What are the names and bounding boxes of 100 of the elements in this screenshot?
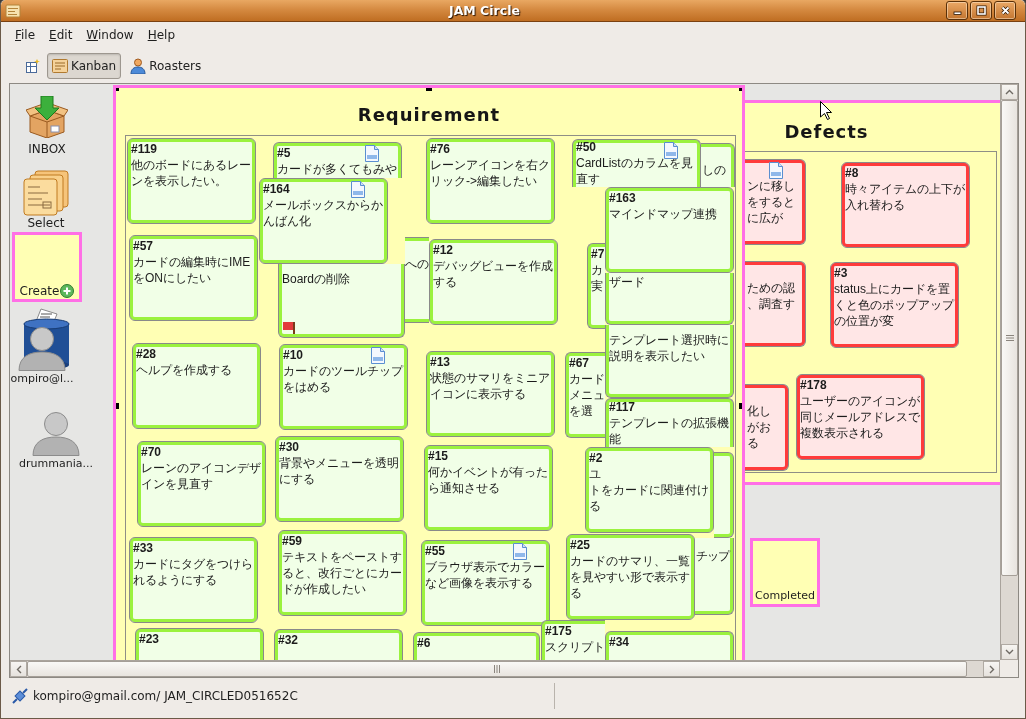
chevron-left-icon (15, 664, 22, 674)
document-icon[interactable] (513, 543, 527, 560)
minimize-button[interactable] (946, 1, 968, 20)
grip-icon (494, 665, 500, 673)
perspective-button[interactable]: Kanban (47, 52, 122, 79)
scroll-right-button[interactable] (983, 661, 1000, 677)
user-silhouette-icon (17, 327, 67, 371)
card-text: 、調査す (747, 296, 795, 312)
scrollbar-thumb[interactable] (1001, 100, 1018, 576)
perspective-button[interactable]: Roasters (125, 52, 207, 79)
card[interactable]: 化し がお る (745, 384, 789, 471)
card[interactable]: #163 マインドマップ連携 (605, 187, 734, 273)
lane-title: Defects (784, 120, 869, 144)
card[interactable]: #23 (135, 628, 264, 660)
document-icon[interactable] (365, 145, 379, 162)
scroll-down-button[interactable] (1001, 644, 1018, 660)
scroll-up-button[interactable] (1001, 84, 1018, 100)
plus-icon (60, 284, 75, 298)
card[interactable]: #178 ユーザーのアイコンが同じメールアドレスで複数表示される (796, 374, 925, 460)
card-number: #13 (430, 354, 451, 370)
card-text: ための認 (747, 280, 795, 296)
grip-icon (1005, 335, 1014, 341)
card[interactable]: ンに移し をすると に広が (745, 159, 806, 245)
card-number: #3 (834, 265, 848, 281)
card[interactable]: #67 カード メニュ を選 (565, 352, 605, 438)
table-icon[interactable] (26, 58, 40, 73)
card[interactable]: #6 (413, 632, 540, 660)
card[interactable]: #12 デバッグビューを作成する (429, 239, 558, 325)
card[interactable]: #25 カードのサマリ、一覧を見やすい形で表示する (566, 534, 695, 620)
card[interactable]: への (405, 237, 429, 323)
menu-item[interactable]: File (8, 26, 43, 44)
lane-tile[interactable]: Completed (750, 538, 820, 607)
create-tile[interactable]: Create (12, 232, 82, 302)
maximize-button[interactable] (970, 1, 992, 20)
card[interactable]: Boardの削除 (278, 264, 405, 338)
card[interactable]: #28 ヘルプを作成する (132, 343, 261, 429)
card[interactable]: #5 カードが多くてもみや (273, 142, 402, 178)
card[interactable]: ための認 、調査す (745, 261, 806, 347)
card[interactable]: #33 カードにタグをつけられるようにする (129, 537, 258, 623)
document-icon[interactable] (351, 181, 365, 198)
card[interactable]: #50 CardListのカラムを見直す (572, 139, 701, 187)
menu-item[interactable]: Edit (42, 26, 80, 44)
window-title: JAM Circle (449, 3, 520, 18)
document-icon[interactable] (769, 162, 783, 179)
card[interactable]: #30 背景やメニューを透明にする (275, 436, 404, 522)
card[interactable]: #34 (605, 631, 734, 660)
sidebar-item[interactable]: Select (16, 170, 76, 230)
sidebar-item[interactable]: ompiro@l... (10, 327, 74, 385)
card-number: #163 (609, 190, 636, 206)
card[interactable]: #8 時々アイテムの上下が入れ替わる (841, 162, 970, 248)
card[interactable] (714, 452, 734, 538)
card-text: Boardの削除 (282, 271, 351, 287)
card[interactable]: チップ (695, 538, 734, 615)
card-text: レーンのアイコンデザインを見直す (141, 460, 262, 492)
card[interactable]: しの (701, 143, 735, 187)
card[interactable]: #175 スクリプト (541, 620, 605, 660)
card-number: #10 (283, 347, 304, 363)
maximize-icon (975, 5, 987, 16)
plug-icon (12, 688, 28, 704)
card[interactable]: #10 カードのツールチップをはめる (279, 344, 408, 430)
sidebar-item[interactable]: INBOX (17, 96, 77, 156)
card-text: ザード (609, 274, 645, 290)
lane[interactable] (113, 85, 745, 660)
card[interactable]: #76 レーンアイコンを右クリック->編集したい (426, 138, 555, 224)
card-text: 他のボードにあるレーンを表示したい。 (131, 157, 252, 189)
card-text: しの (702, 162, 726, 178)
document-icon[interactable] (371, 347, 385, 364)
card[interactable]: #32 (274, 629, 403, 660)
card[interactable]: #59 テキストをペーストすると、改行ごとにカードが作成したい (278, 530, 407, 616)
card[interactable]: #13 状態のサマリをミニアイコンに表示する (426, 351, 555, 437)
card-text: への (405, 256, 429, 272)
card-number: #57 (133, 238, 154, 254)
lane[interactable]: Defects ンに移し をすると に広が #8 時々アイテムの上下が入れ替わる ための認 、調査す #3 status上にカードを置くと色のポップアップの位置が変 化し がお る #178 ユーザーのアイコンが同じメールアドレスで複数表示される (745, 100, 1000, 485)
menu-item[interactable]: Help (140, 26, 183, 44)
card[interactable]: #117 テンプレートの拡張機能 (605, 398, 734, 447)
card[interactable]: テンプレート選択時に説明を表示したい (605, 325, 734, 398)
card[interactable]: ザード (605, 273, 734, 325)
card-text: 実 (591, 278, 603, 294)
scroll-left-button[interactable] (10, 661, 27, 677)
menu-item[interactable]: Window (79, 26, 141, 44)
card[interactable]: #15 何かイベントが有ったら通知させる (424, 445, 553, 531)
card[interactable]: #119 他のボードにあるレーンを表示したい。 (127, 138, 256, 224)
card[interactable]: #2 ユ トをカードに関連付け る (585, 447, 714, 533)
sidebar-item[interactable]: drummania... (14, 412, 98, 470)
card[interactable]: #3 status上にカードを置くと色のポップアップの位置が変 (830, 262, 959, 348)
close-button[interactable] (994, 1, 1016, 20)
card[interactable]: #70 レーンのアイコンデザインを見直す (137, 441, 266, 527)
document-icon[interactable] (664, 142, 678, 159)
board-icon (52, 57, 68, 74)
card[interactable]: #57 カードの編集時にIMEをONにしたい (129, 235, 258, 321)
card-number: #2 (589, 450, 603, 466)
card[interactable]: #55 ブラウザ表示でカラーなど画像を表示する (421, 540, 550, 626)
card-number: #34 (609, 634, 630, 650)
card-text: テンプレートの拡張機能 (609, 415, 730, 447)
scrollbar[interactable] (1000, 84, 1018, 660)
card-number: #30 (279, 439, 300, 455)
card[interactable]: #7 カ 実 (587, 243, 605, 329)
card-text: メールボックスからかんばん化 (263, 197, 384, 229)
card[interactable]: #164 メールボックスからかんばん化 (259, 178, 388, 264)
card-number: #28 (136, 346, 157, 362)
